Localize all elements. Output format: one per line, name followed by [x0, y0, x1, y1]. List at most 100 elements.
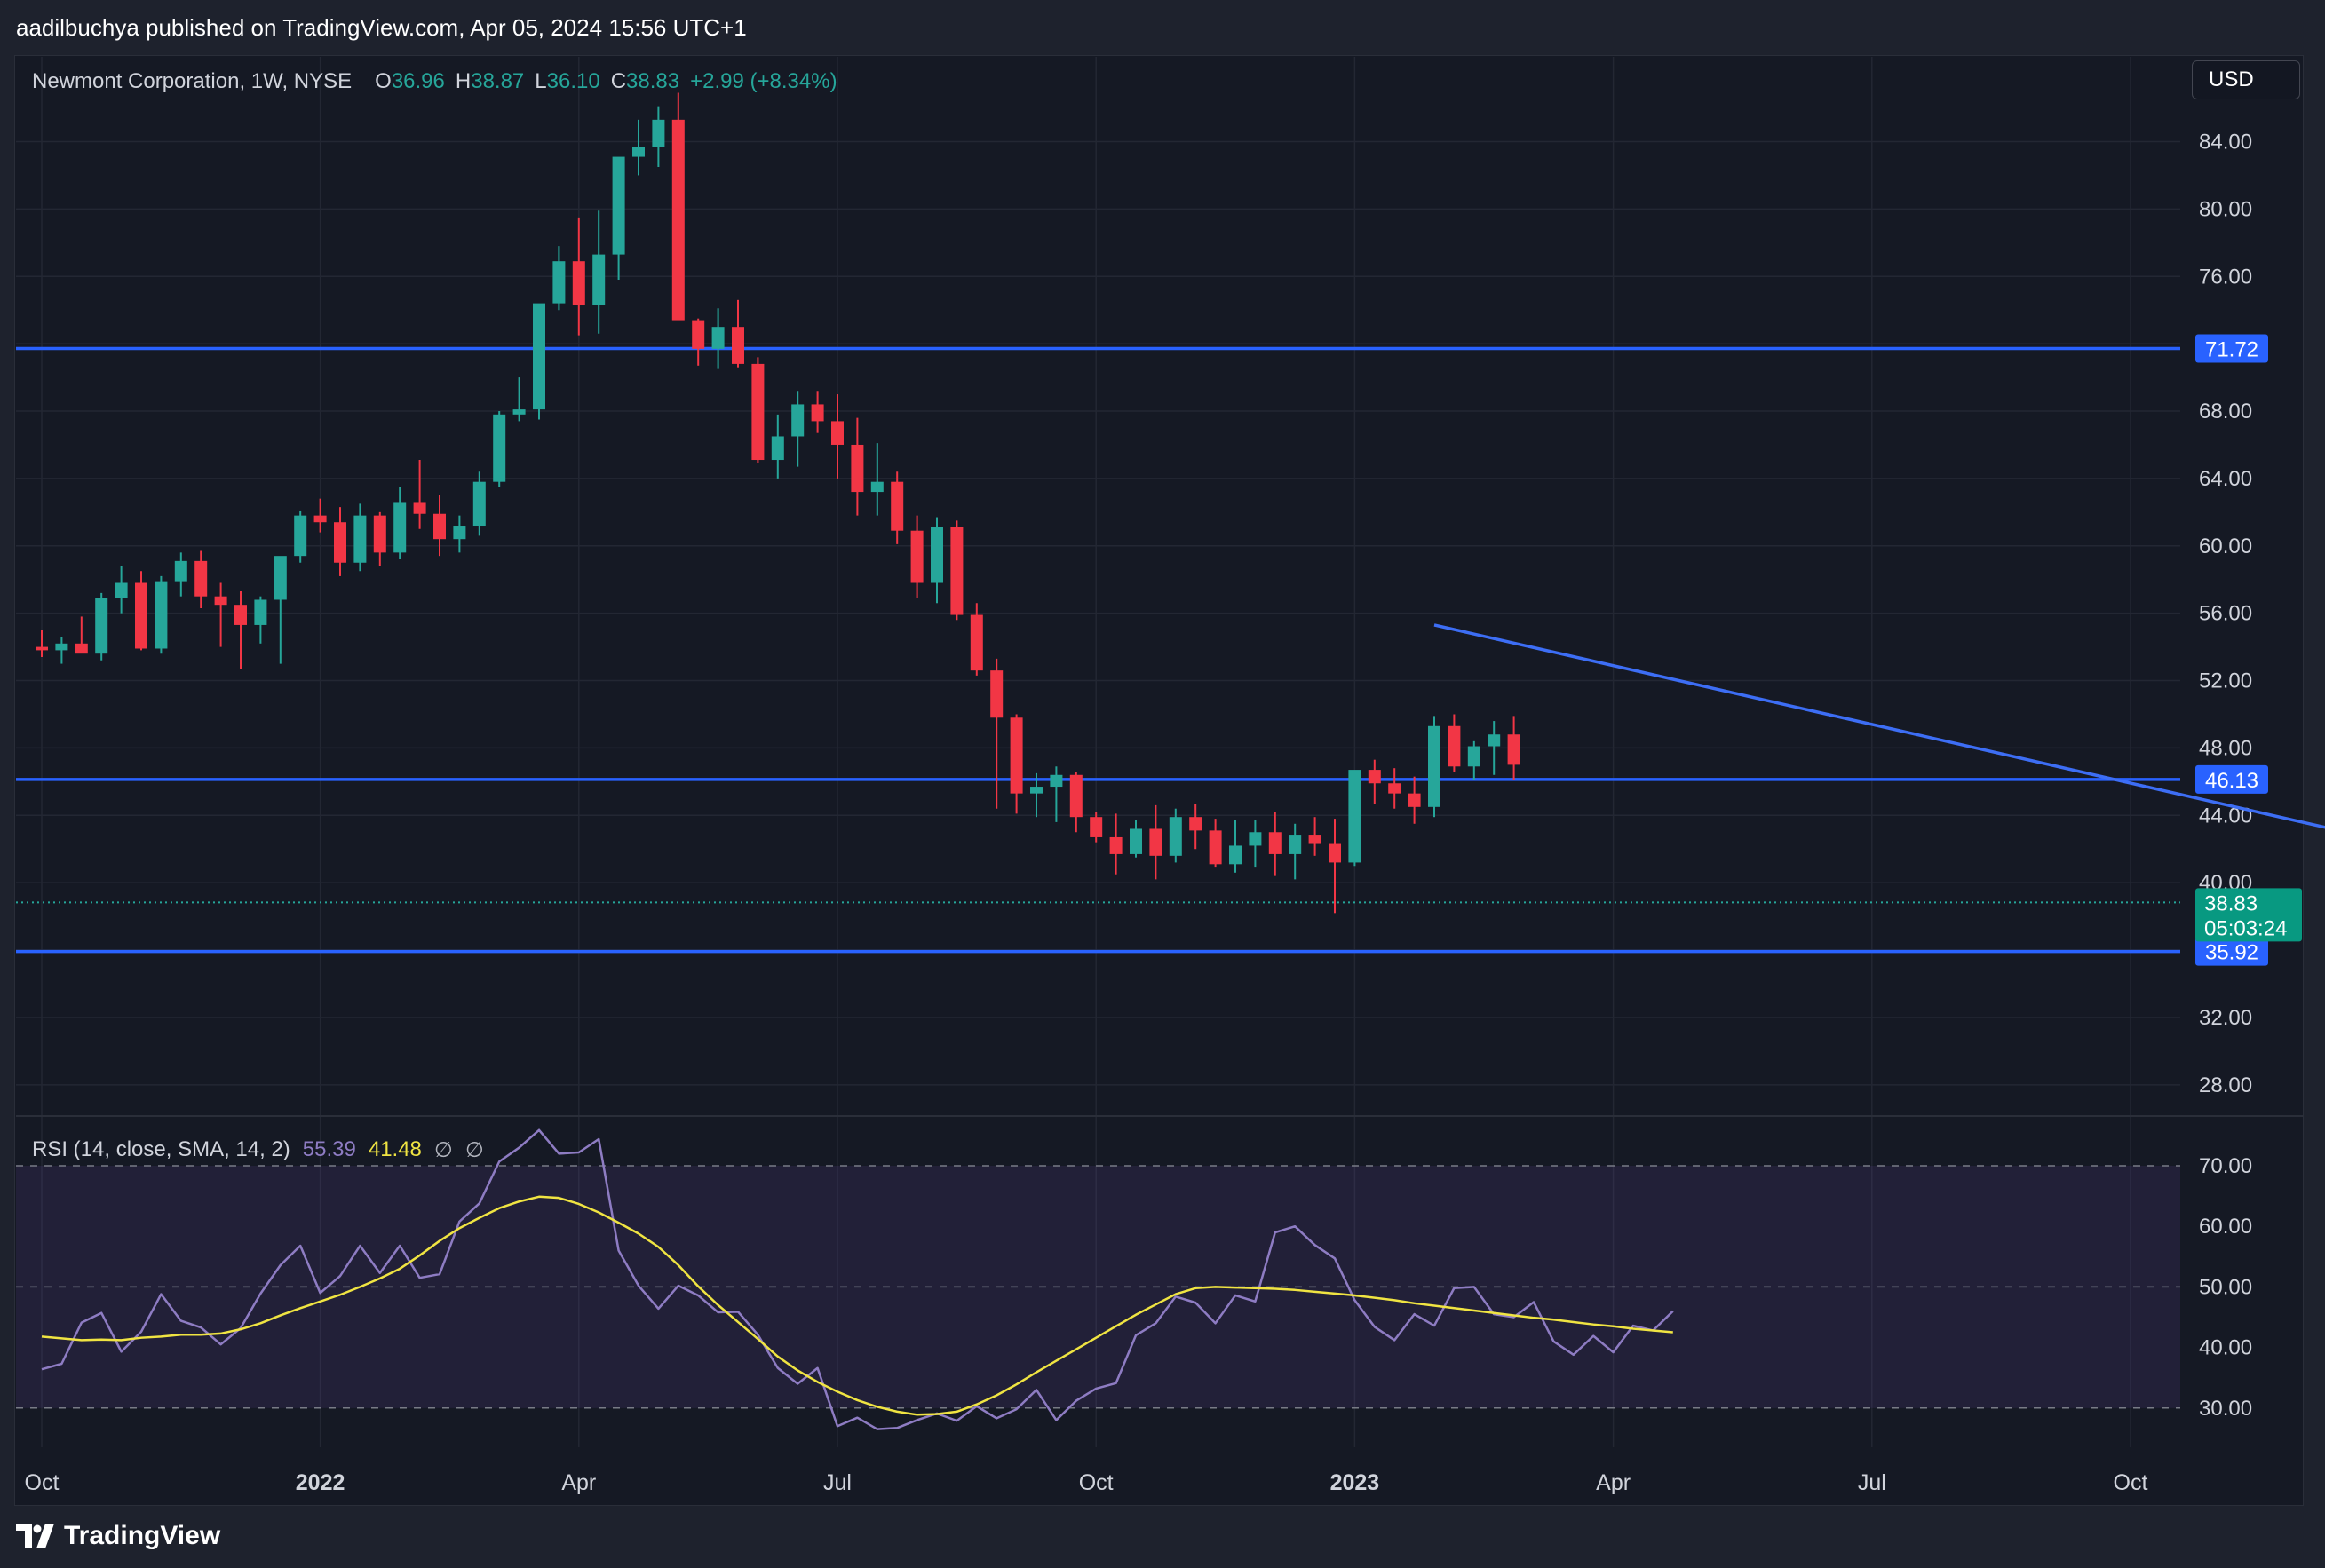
candle-body	[472, 481, 486, 527]
candle-body	[1308, 835, 1321, 844]
candle-body	[1229, 845, 1242, 865]
candle-body	[274, 556, 287, 600]
candle-body	[692, 320, 705, 349]
horizontal-line-price-label: 35.92	[2205, 941, 2258, 965]
candle-body	[55, 643, 68, 651]
candle-body	[1249, 832, 1262, 846]
x-tick-label: Apr	[561, 1470, 596, 1495]
candle-body	[1030, 787, 1043, 794]
candle-body	[851, 444, 864, 493]
rsi-tick-label: 30.00	[2199, 1397, 2252, 1421]
candle-body	[1069, 774, 1083, 818]
rsi-name[interactable]: RSI (14, close, SMA, 14, 2)	[32, 1137, 290, 1162]
change-value: +2.99 (+8.34%)	[690, 69, 837, 93]
candle-body	[612, 156, 625, 255]
candle-body	[592, 254, 606, 305]
rsi-tick-label: 60.00	[2199, 1215, 2252, 1239]
candle-body	[891, 481, 904, 531]
x-tick-label: Jul	[823, 1470, 852, 1495]
candle-body	[433, 513, 446, 540]
candle-body	[294, 515, 307, 557]
price-tick-label: 84.00	[2199, 131, 2252, 154]
candle-body	[1189, 817, 1202, 831]
candle-body	[1130, 828, 1142, 854]
price-tick-label: 76.00	[2199, 265, 2252, 289]
footer: TradingView	[16, 1517, 220, 1556]
close-value: 38.83	[626, 69, 680, 93]
candle-body	[811, 404, 824, 422]
x-tick-label: 2022	[296, 1470, 345, 1495]
price-tick-label: 80.00	[2199, 197, 2252, 221]
candle-body	[234, 605, 247, 625]
candle-body	[453, 526, 466, 540]
rsi-tick-label: 70.00	[2199, 1154, 2252, 1178]
candle-body	[413, 502, 426, 514]
candle-body	[910, 530, 924, 583]
candle-body	[771, 436, 784, 461]
main-pane	[16, 57, 2302, 1115]
candle-body	[214, 596, 227, 606]
rsi-tick-label: 50.00	[2199, 1275, 2252, 1299]
x-tick-label: 2023	[1330, 1470, 1380, 1495]
rsi-tick-label: 40.00	[2199, 1336, 2252, 1360]
price-tick-label: 56.00	[2199, 602, 2252, 626]
candle-body	[652, 119, 665, 147]
price-tick-label: 32.00	[2199, 1006, 2252, 1030]
low-label: L	[535, 69, 547, 93]
price-tick-label: 60.00	[2199, 535, 2252, 558]
last-price-label: 38.83	[2204, 891, 2258, 915]
candle-body	[970, 614, 983, 671]
candle-body	[353, 515, 367, 563]
candle-body	[552, 261, 566, 304]
candle-body	[1388, 783, 1401, 794]
candle-body	[1090, 817, 1103, 837]
candle-body	[334, 522, 346, 563]
rsi-value: 55.39	[302, 1137, 356, 1161]
rsi-na-1: ∅	[433, 1137, 453, 1162]
price-tick-label: 52.00	[2199, 669, 2252, 693]
x-tick-label: Oct	[2114, 1470, 2148, 1495]
open-label: O	[375, 69, 392, 93]
rsi-sma-value: 41.48	[368, 1137, 422, 1161]
candle-body	[313, 515, 327, 523]
candle-body	[931, 527, 943, 583]
price-tick-label: 28.00	[2199, 1073, 2252, 1097]
candle-body	[1448, 725, 1461, 767]
x-tick-label: Oct	[25, 1470, 60, 1495]
x-tick-label: Oct	[1079, 1470, 1114, 1495]
candle-body	[393, 502, 407, 553]
candle-body	[533, 303, 545, 410]
candle-body	[1010, 717, 1023, 794]
open-value: 36.96	[391, 69, 445, 93]
rsi-legend: RSI (14, close, SMA, 14, 2) 55.39 41.48 …	[32, 1134, 496, 1166]
candle-body	[732, 327, 744, 364]
candle-body	[1050, 774, 1063, 788]
candle-body	[512, 409, 526, 415]
candle-body	[194, 560, 208, 597]
candle-body	[1109, 836, 1123, 854]
candle-body	[174, 560, 187, 582]
candle-body	[831, 421, 844, 445]
symbol-name[interactable]: Newmont Corporation, 1W, NYSE	[32, 69, 352, 94]
horizontal-line-price-label: 46.13	[2205, 769, 2258, 793]
price-tick-label: 48.00	[2199, 736, 2252, 760]
candle-body	[1329, 843, 1341, 863]
candle-body	[115, 582, 128, 598]
chart-canvas[interactable]: 84.0080.0076.0072.0068.0064.0060.0056.00…	[0, 0, 2325, 1568]
close-label: C	[610, 69, 627, 93]
rsi-na-2: ∅	[464, 1137, 484, 1162]
candle-body	[791, 404, 805, 437]
candle-body	[671, 119, 685, 321]
candle-body	[1428, 725, 1440, 807]
candle-body	[1289, 835, 1302, 854]
footer-brand[interactable]: TradingView	[64, 1521, 220, 1551]
countdown-label: 05:03:24	[2204, 916, 2287, 940]
x-tick-label: Jul	[1858, 1470, 1886, 1495]
candle-body	[1368, 770, 1381, 784]
x-tick-label: Apr	[1596, 1470, 1631, 1495]
candle-body	[950, 527, 964, 615]
price-tick-label: 64.00	[2199, 467, 2252, 491]
candle-body	[1268, 832, 1282, 854]
currency-button[interactable]: USD	[2192, 60, 2300, 99]
candle-body	[493, 414, 506, 482]
